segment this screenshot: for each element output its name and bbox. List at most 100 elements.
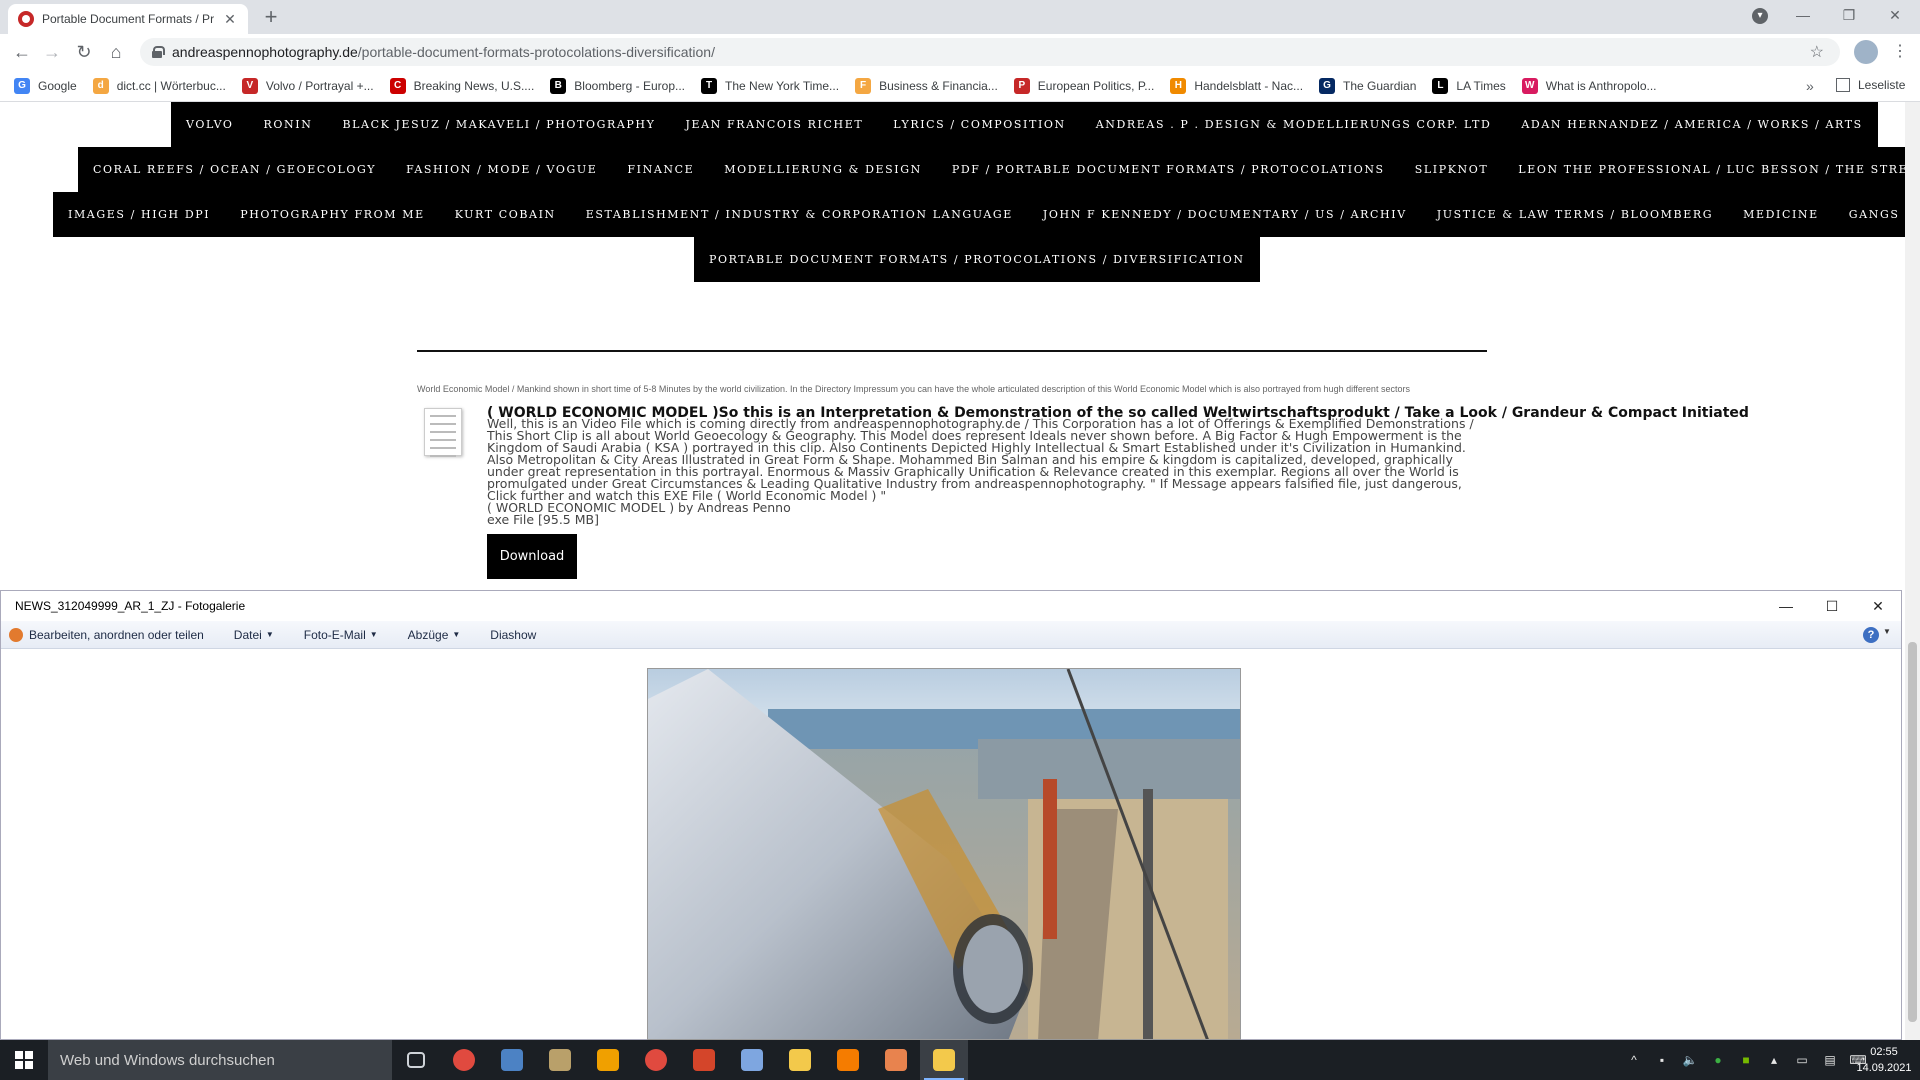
gpu-icon[interactable]: ■ bbox=[1736, 1053, 1756, 1067]
taskbar-app-task-view[interactable] bbox=[392, 1040, 440, 1080]
page-scrollbar[interactable] bbox=[1905, 102, 1920, 1040]
taskbar-app-vlc-like[interactable] bbox=[584, 1040, 632, 1080]
taskbar-app-file-explorer[interactable] bbox=[776, 1040, 824, 1080]
wifi-icon[interactable]: ▴ bbox=[1764, 1053, 1784, 1067]
site-nav-item[interactable]: ESTABLISHMENT / INDUSTRY & CORPORATION L… bbox=[571, 192, 1028, 237]
site-nav-item[interactable]: JOHN F KENNEDY / DOCUMENTARY / US / ARCH… bbox=[1028, 192, 1422, 237]
notification-icon[interactable]: ▤ bbox=[1820, 1053, 1840, 1067]
site-nav-item[interactable]: MEDICINE bbox=[1728, 192, 1834, 237]
battery-icon[interactable]: ▭ bbox=[1792, 1053, 1812, 1067]
menu-file[interactable]: Datei ▼ bbox=[234, 628, 274, 642]
close-window-button[interactable]: ✕ bbox=[1872, 4, 1918, 26]
site-nav-item[interactable]: IMAGES / HIGH DPI bbox=[53, 192, 225, 237]
bookmark-item[interactable]: d dict.cc | Wörterbuc... bbox=[92, 77, 226, 94]
bookmark-item[interactable]: G Google bbox=[14, 77, 77, 94]
bookmark-item[interactable]: F Business & Financia... bbox=[855, 77, 998, 94]
menu-prints[interactable]: Abzüge ▼ bbox=[408, 628, 461, 642]
new-tab-button[interactable]: + bbox=[258, 5, 284, 31]
speaker-icon[interactable]: 🔈 bbox=[1680, 1053, 1700, 1067]
taskbar-search-box[interactable]: Web und Windows durchsuchen bbox=[48, 1040, 392, 1080]
system-tray: ^ ▪ 🔈 ● ■ ▴ ▭ ▤ ⌨ bbox=[1620, 1040, 1872, 1080]
bookmark-item[interactable]: W What is Anthropolo... bbox=[1521, 77, 1657, 94]
shield-check-icon[interactable]: ● bbox=[1708, 1053, 1728, 1067]
bookmark-item[interactable]: G The Guardian bbox=[1319, 77, 1417, 94]
site-nav-item[interactable]: SLIPKNOT bbox=[1400, 147, 1504, 192]
menu-slideshow[interactable]: Diashow bbox=[490, 628, 536, 642]
bookmark-label: What is Anthropolo... bbox=[1545, 78, 1657, 93]
site-nav-item[interactable]: FINANCE bbox=[612, 147, 709, 192]
taskbar-app-app-toolbox[interactable] bbox=[872, 1040, 920, 1080]
browser-tab[interactable]: Portable Document Formats / Pr ✕ bbox=[8, 4, 248, 34]
download-button[interactable]: Download bbox=[487, 534, 577, 579]
taskbar-app-app-red[interactable] bbox=[680, 1040, 728, 1080]
bookmark-label: The New York Time... bbox=[725, 78, 840, 93]
gallery-close-button[interactable]: ✕ bbox=[1855, 591, 1901, 621]
site-nav-item[interactable]: ANDREAS . P . DESIGN & MODELLIERUNGS COR… bbox=[1081, 102, 1507, 147]
bookmark-star-icon[interactable]: ☆ bbox=[1810, 42, 1824, 62]
forward-button[interactable]: → bbox=[40, 40, 64, 64]
profile-avatar[interactable] bbox=[1854, 40, 1878, 64]
menu-edit-organize-share[interactable]: Bearbeiten, anordnen oder teilen bbox=[9, 627, 204, 642]
site-nav-item[interactable]: VOLVO bbox=[171, 102, 249, 147]
address-bar[interactable]: andreaspennophotography.de/portable-docu… bbox=[140, 38, 1840, 66]
taskbar-app-picasa[interactable] bbox=[728, 1040, 776, 1080]
bookmarks-overflow-button[interactable]: » bbox=[1806, 78, 1814, 94]
taskbar-app-photo-viewer[interactable] bbox=[536, 1040, 584, 1080]
reading-list-icon bbox=[1836, 78, 1850, 92]
gallery-maximize-button[interactable]: ☐ bbox=[1809, 591, 1855, 621]
site-nav-item[interactable]: JUSTICE & LAW TERMS / BLOOMBERG bbox=[1422, 192, 1728, 237]
close-tab-icon[interactable]: ✕ bbox=[222, 11, 238, 28]
taskbar-app-chrome-2[interactable] bbox=[632, 1040, 680, 1080]
menu-label: Abzüge bbox=[407, 627, 449, 642]
site-nav-item[interactable]: PHOTOGRAPHY FROM ME bbox=[225, 192, 440, 237]
network-icon[interactable]: ▪ bbox=[1652, 1053, 1672, 1067]
bookmark-item[interactable]: B Bloomberg - Europ... bbox=[550, 77, 685, 94]
help-icon[interactable]: ? bbox=[1863, 627, 1879, 643]
browser-menu-icon[interactable]: ⋮ bbox=[1890, 40, 1910, 64]
taskbar-app-chrome[interactable] bbox=[440, 1040, 488, 1080]
menu-photo-email[interactable]: Foto-E-Mail ▼ bbox=[304, 628, 378, 642]
chevron-down-icon[interactable]: ▼ bbox=[1883, 627, 1891, 636]
taskbar-app-vlc[interactable] bbox=[824, 1040, 872, 1080]
site-nav-item[interactable]: ADAN HERNANDEZ / AMERICA / WORKS / ARTS bbox=[1506, 102, 1877, 147]
bookmark-item[interactable]: T The New York Time... bbox=[701, 77, 840, 94]
minimize-window-button[interactable]: — bbox=[1780, 4, 1826, 26]
site-nav-item[interactable]: KURT COBAIN bbox=[440, 192, 571, 237]
bookmark-item[interactable]: P European Politics, P... bbox=[1013, 77, 1154, 94]
taskbar-clock[interactable]: 02:55 14.09.2021 bbox=[1854, 1044, 1914, 1076]
download-button-prev[interactable]: Download bbox=[487, 268, 577, 312]
site-nav-item[interactable]: CORAL REEFS / OCEAN / GEOECOLOGY bbox=[78, 147, 391, 192]
chevron-up-icon[interactable]: ^ bbox=[1624, 1053, 1644, 1067]
home-button[interactable]: ⌂ bbox=[104, 40, 128, 64]
scrollbar-thumb[interactable] bbox=[1908, 642, 1917, 1022]
site-nav-item[interactable]: JEAN FRANCOIS RICHET bbox=[670, 102, 878, 147]
gallery-minimize-button[interactable]: — bbox=[1763, 591, 1809, 621]
bookmark-item[interactable]: C Breaking News, U.S.... bbox=[389, 77, 534, 94]
reading-list-button[interactable]: Leseliste bbox=[1836, 78, 1905, 92]
bookmark-label: The Guardian bbox=[1343, 78, 1417, 93]
site-nav-item[interactable]: MODELLIERUNG & DESIGN bbox=[709, 147, 937, 192]
reload-button[interactable]: ↻ bbox=[72, 40, 96, 64]
taskbar-app-photo-gallery[interactable] bbox=[920, 1040, 968, 1080]
bookmark-item[interactable]: H Handelsblatt - Nac... bbox=[1170, 77, 1303, 94]
site-nav-item[interactable]: LYRICS / COMPOSITION bbox=[878, 102, 1080, 147]
word-doc-icon bbox=[501, 1049, 523, 1071]
site-nav-item[interactable]: PDF / PORTABLE DOCUMENT FORMATS / PROTOC… bbox=[937, 147, 1400, 192]
start-button[interactable] bbox=[0, 1040, 48, 1080]
site-nav-item[interactable]: GANGS OF NEW YORK bbox=[1834, 192, 1905, 237]
bookmark-item[interactable]: L LA Times bbox=[1432, 77, 1506, 94]
site-nav-item[interactable]: PORTABLE DOCUMENT FORMATS / PROTOCOLATIO… bbox=[694, 237, 1260, 282]
tab-search-icon[interactable]: ▾ bbox=[1752, 8, 1768, 24]
gallery-app-icon bbox=[9, 627, 23, 642]
site-nav-item[interactable]: BLACK JESUZ / MAKAVELI / PHOTOGRAPHY bbox=[327, 102, 670, 147]
task-view-icon bbox=[407, 1052, 425, 1068]
site-nav-item[interactable]: FASHION / MODE / VOGUE bbox=[391, 147, 612, 192]
site-nav-item[interactable]: LEON THE PROFESSIONAL / LUC BESSON / THE… bbox=[1503, 147, 1905, 192]
back-button[interactable]: ← bbox=[10, 40, 34, 64]
bookmark-label: Business & Financia... bbox=[879, 78, 998, 93]
restore-window-button[interactable]: ❐ bbox=[1826, 4, 1872, 26]
taskbar-app-word-doc[interactable] bbox=[488, 1040, 536, 1080]
gallery-title: NEWS_312049999_AR_1_ZJ - Fotogalerie bbox=[15, 599, 246, 613]
bookmark-item[interactable]: V Volvo / Portrayal +... bbox=[241, 77, 374, 94]
site-nav-item[interactable]: RONIN bbox=[249, 102, 328, 147]
